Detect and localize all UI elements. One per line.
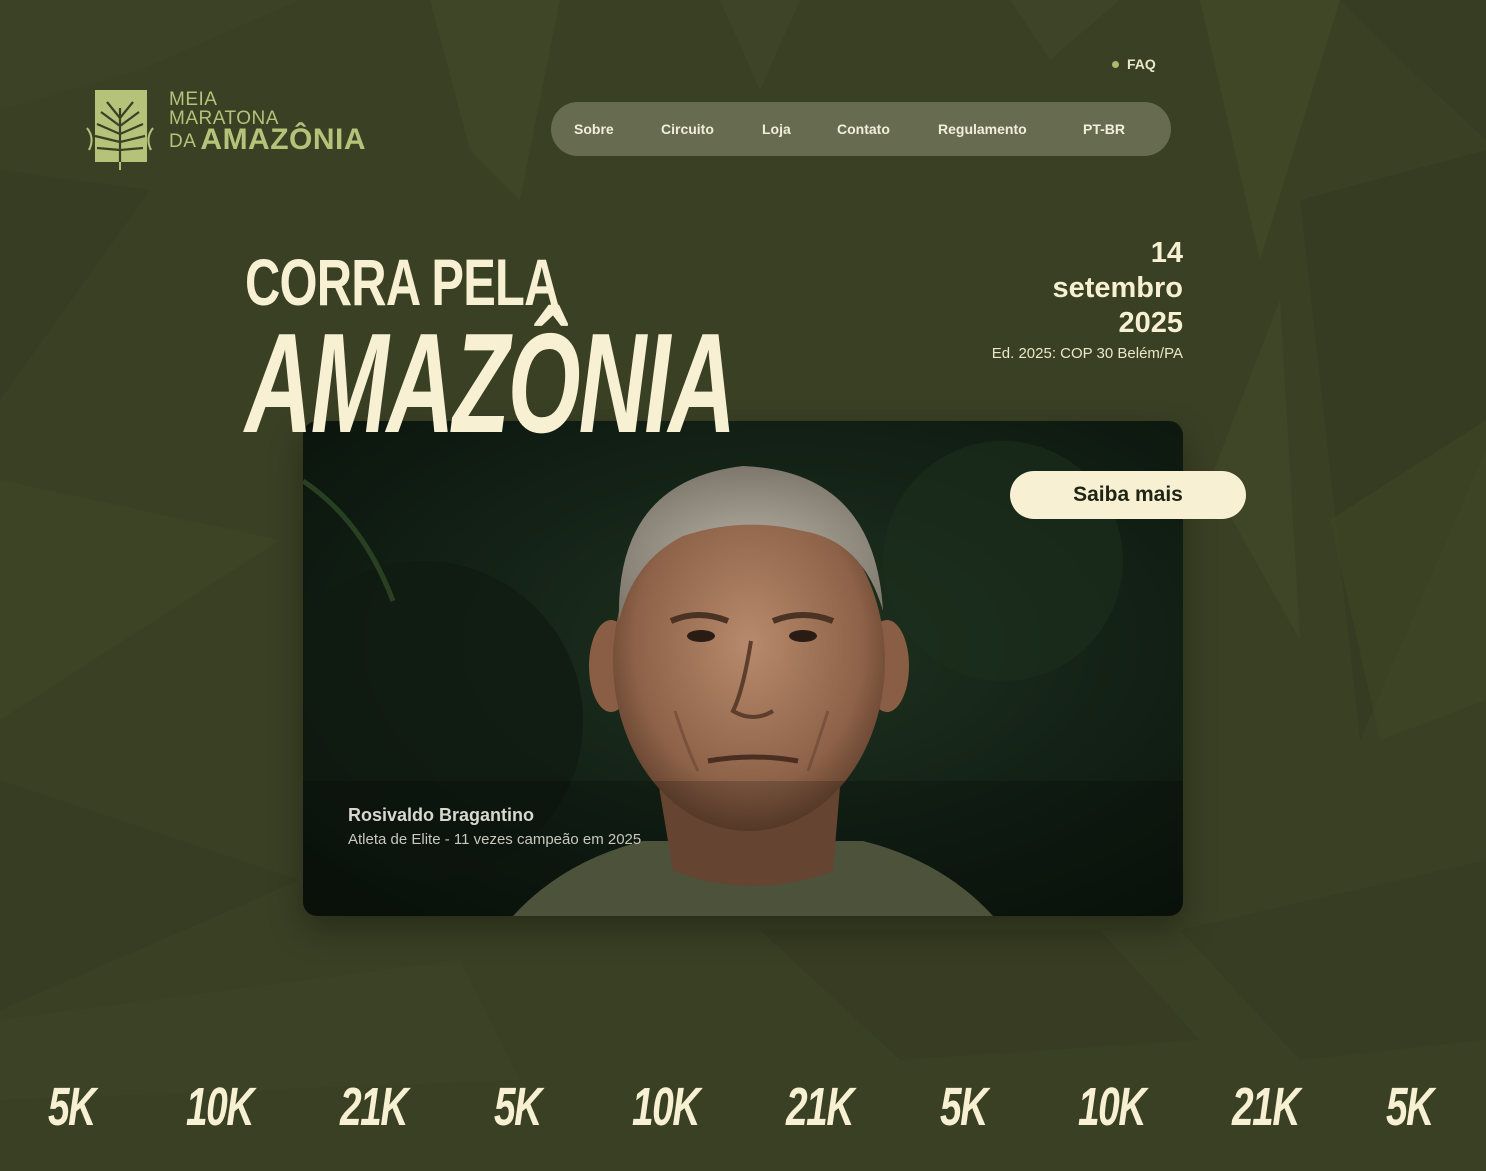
distance-item: 21K [1232, 1077, 1300, 1137]
distance-marquee: 5K 10K 21K 5K 10K 21K 5K 10K 21K 5K [0, 1072, 1486, 1142]
saiba-mais-button[interactable]: Saiba mais [1010, 471, 1246, 519]
distance-item: 5K [494, 1077, 542, 1137]
distance-item: 5K [1386, 1077, 1434, 1137]
logo-wordmark: MEIA MARATONA DA AMAZÔNIA [169, 89, 366, 155]
nav-item-regulamento[interactable]: Regulamento [938, 102, 1027, 156]
palm-leaf-logo-icon [86, 90, 154, 170]
event-date-day: 14 [1150, 237, 1183, 269]
distance-item: 5K [48, 1077, 96, 1137]
hero-headline: CORRA PELA AMAZÔNIA [245, 246, 986, 463]
distance-item: 21K [786, 1077, 854, 1137]
language-selector[interactable]: PT-BR [1083, 102, 1125, 156]
distance-item: 5K [940, 1077, 988, 1137]
nav-item-loja[interactable]: Loja [762, 102, 791, 156]
distance-item: 21K [340, 1077, 408, 1137]
nav-item-sobre[interactable]: Sobre [574, 102, 614, 156]
athlete-name: Rosivaldo Bragantino [348, 805, 535, 825]
logo-line-3: DA AMAZÔNIA [169, 125, 366, 155]
distance-item: 10K [1078, 1077, 1146, 1137]
site-logo[interactable]: MEIA MARATONA DA AMAZÔNIA [85, 88, 395, 172]
event-edition: Ed. 2025: COP 30 Belém/PA [991, 345, 1183, 362]
event-date-year: 2025 [1118, 307, 1183, 339]
faq-label: FAQ [1127, 56, 1156, 72]
distance-item: 10K [186, 1077, 254, 1137]
event-date: 14 setembro 2025 Ed. 2025: COP 30 Belém/… [992, 236, 1183, 365]
athlete-subtitle: Atleta de Elite - 11 vezes campeão em 20… [348, 831, 642, 848]
nav-item-contato[interactable]: Contato [837, 102, 890, 156]
main-navigation: Sobre Circuito Loja Contato Regulamento … [551, 102, 1171, 156]
logo-line-3-small: DA [169, 131, 197, 152]
event-date-month: setembro [1052, 272, 1183, 304]
faq-dot-icon [1112, 60, 1119, 68]
nav-item-circuito[interactable]: Circuito [661, 102, 714, 156]
faq-link[interactable]: FAQ [1112, 56, 1156, 72]
hero-title-line-2: AMAZÔNIA [245, 304, 736, 463]
logo-line-3-big: AMAZÔNIA [200, 123, 367, 156]
logo-line-1: MEIA [169, 89, 218, 110]
distance-item: 10K [632, 1077, 700, 1137]
